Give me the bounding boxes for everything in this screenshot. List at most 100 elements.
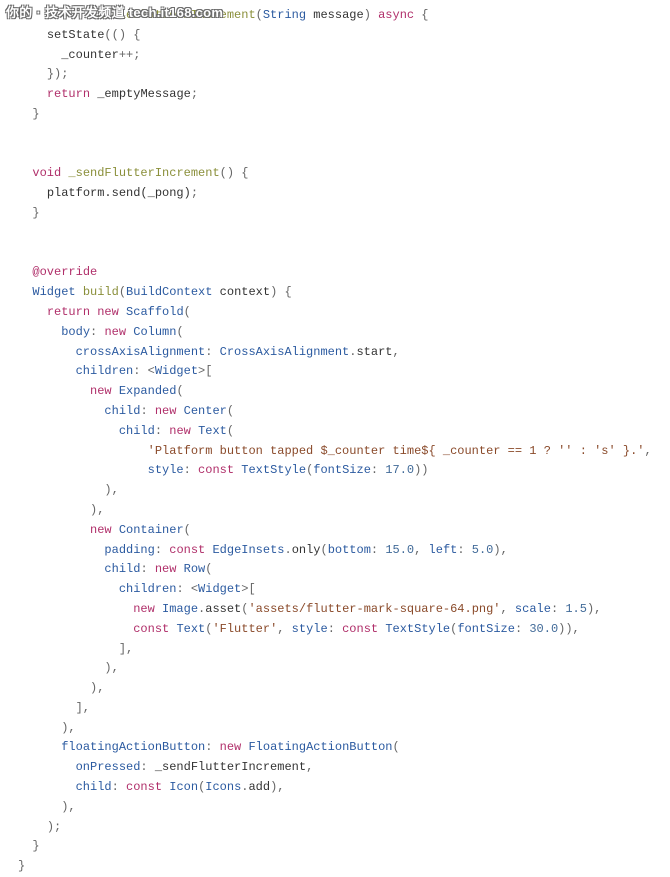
- code-line: @override: [18, 265, 97, 279]
- token-punc: ),: [270, 780, 284, 794]
- token-num: 17.0: [385, 463, 414, 477]
- token-punc: :: [205, 740, 219, 754]
- code-line: new Image.asset('assets/flutter-mark-squ…: [18, 602, 601, 616]
- token-punc: ,: [392, 345, 399, 359]
- token-type: Center: [184, 404, 227, 418]
- token-punc: :: [155, 543, 169, 557]
- token-param: scale: [515, 602, 551, 616]
- code-line: children: <Widget>[: [18, 582, 256, 596]
- token-param: fontSize: [313, 463, 371, 477]
- token-num: 30.0: [529, 622, 558, 636]
- token-kw: new: [169, 424, 191, 438]
- token-punc: (: [227, 404, 234, 418]
- token-punc: }: [32, 839, 39, 853]
- code-line: ),: [18, 721, 76, 735]
- token-kw: void: [32, 166, 61, 180]
- token-type: FloatingActionButton: [248, 740, 392, 754]
- token-punc: (: [119, 285, 126, 299]
- token-plain: start: [356, 345, 392, 359]
- token-type: Icon: [169, 780, 198, 794]
- token-punc: (: [176, 325, 183, 339]
- code-line: child: const Icon(Icons.add),: [18, 780, 285, 794]
- code-snippet: handlePlatformIncrement(String message) …: [18, 6, 670, 877]
- token-param: children: [119, 582, 177, 596]
- token-type: Text: [198, 424, 227, 438]
- token-punc: (: [205, 562, 212, 576]
- token-punc: :: [140, 562, 154, 576]
- code-line: 'Platform button tapped $_counter time${…: [18, 444, 652, 458]
- token-punc: (: [184, 523, 191, 537]
- code-line: );: [18, 820, 61, 834]
- token-punc: ,: [306, 760, 313, 774]
- token-punc: )),: [558, 622, 580, 636]
- token-param: child: [104, 562, 140, 576]
- token-name: build: [83, 285, 119, 299]
- token-punc: ),: [90, 503, 104, 517]
- token-kw: new: [90, 384, 112, 398]
- token-name: handlePlatformIncrement: [90, 8, 256, 22]
- token-name: _sendFlutterIncrement: [68, 166, 219, 180]
- token-punc: ),: [61, 800, 75, 814]
- token-plain: platform.send(_pong): [47, 186, 191, 200]
- token-punc: (() {: [104, 28, 140, 42]
- token-punc: ],: [119, 642, 133, 656]
- token-kw: new: [155, 562, 177, 576]
- token-kw: new: [90, 523, 112, 537]
- token-punc: }: [32, 107, 39, 121]
- token-punc: ),: [61, 721, 75, 735]
- token-param: onPressed: [76, 760, 141, 774]
- token-punc: :: [90, 325, 104, 339]
- token-punc: }: [18, 859, 25, 873]
- token-punc: );: [47, 820, 61, 834]
- token-punc: ),: [493, 543, 507, 557]
- token-type: CrossAxisAlignment: [220, 345, 350, 359]
- token-punc: :: [551, 602, 565, 616]
- token-punc: >[: [241, 582, 255, 596]
- token-punc: (: [176, 384, 183, 398]
- token-punc: >[: [198, 364, 212, 378]
- token-kw: return: [47, 305, 90, 319]
- token-punc: ),: [90, 681, 104, 695]
- token-punc: ;: [191, 87, 198, 101]
- token-type: Widget: [32, 285, 75, 299]
- token-type: BuildContext: [126, 285, 212, 299]
- token-plain: [162, 780, 169, 794]
- token-param: style: [148, 463, 184, 477]
- token-type: Widget: [155, 364, 198, 378]
- token-punc: :: [155, 424, 169, 438]
- token-type: Container: [119, 523, 184, 537]
- code-line: child: new Text(: [18, 424, 234, 438]
- token-punc: (: [184, 305, 191, 319]
- token-param: floatingActionButton: [61, 740, 205, 754]
- token-plain: [155, 602, 162, 616]
- token-punc: :: [371, 463, 385, 477]
- token-kw: const: [169, 543, 205, 557]
- token-punc: :: [371, 543, 385, 557]
- token-punc: (: [256, 8, 263, 22]
- token-punc: .: [241, 780, 248, 794]
- code-line: body: new Column(: [18, 325, 184, 339]
- token-punc: ;: [133, 48, 140, 62]
- code-line: ),: [18, 483, 119, 497]
- code-line: }: [18, 859, 25, 873]
- token-plain: _emptyMessage: [90, 87, 191, 101]
- token-plain: setState: [47, 28, 105, 42]
- token-type: Scaffold: [126, 305, 184, 319]
- token-param: children: [76, 364, 134, 378]
- token-kw: const: [342, 622, 378, 636]
- token-punc: )): [414, 463, 428, 477]
- token-param: left: [429, 543, 458, 557]
- code-line: floatingActionButton: new FloatingAction…: [18, 740, 400, 754]
- token-punc: :: [140, 404, 154, 418]
- token-type: Image: [162, 602, 198, 616]
- token-punc: :: [328, 622, 342, 636]
- token-plain: [119, 305, 126, 319]
- code-line: Widget build(BuildContext context) {: [18, 285, 292, 299]
- token-punc: (: [393, 740, 400, 754]
- token-kw: new: [133, 602, 155, 616]
- token-type: Expanded: [119, 384, 177, 398]
- token-punc: {: [414, 8, 428, 22]
- code-line: child: new Row(: [18, 562, 212, 576]
- token-type: EdgeInsets: [212, 543, 284, 557]
- code-line: _counter++;: [18, 48, 140, 62]
